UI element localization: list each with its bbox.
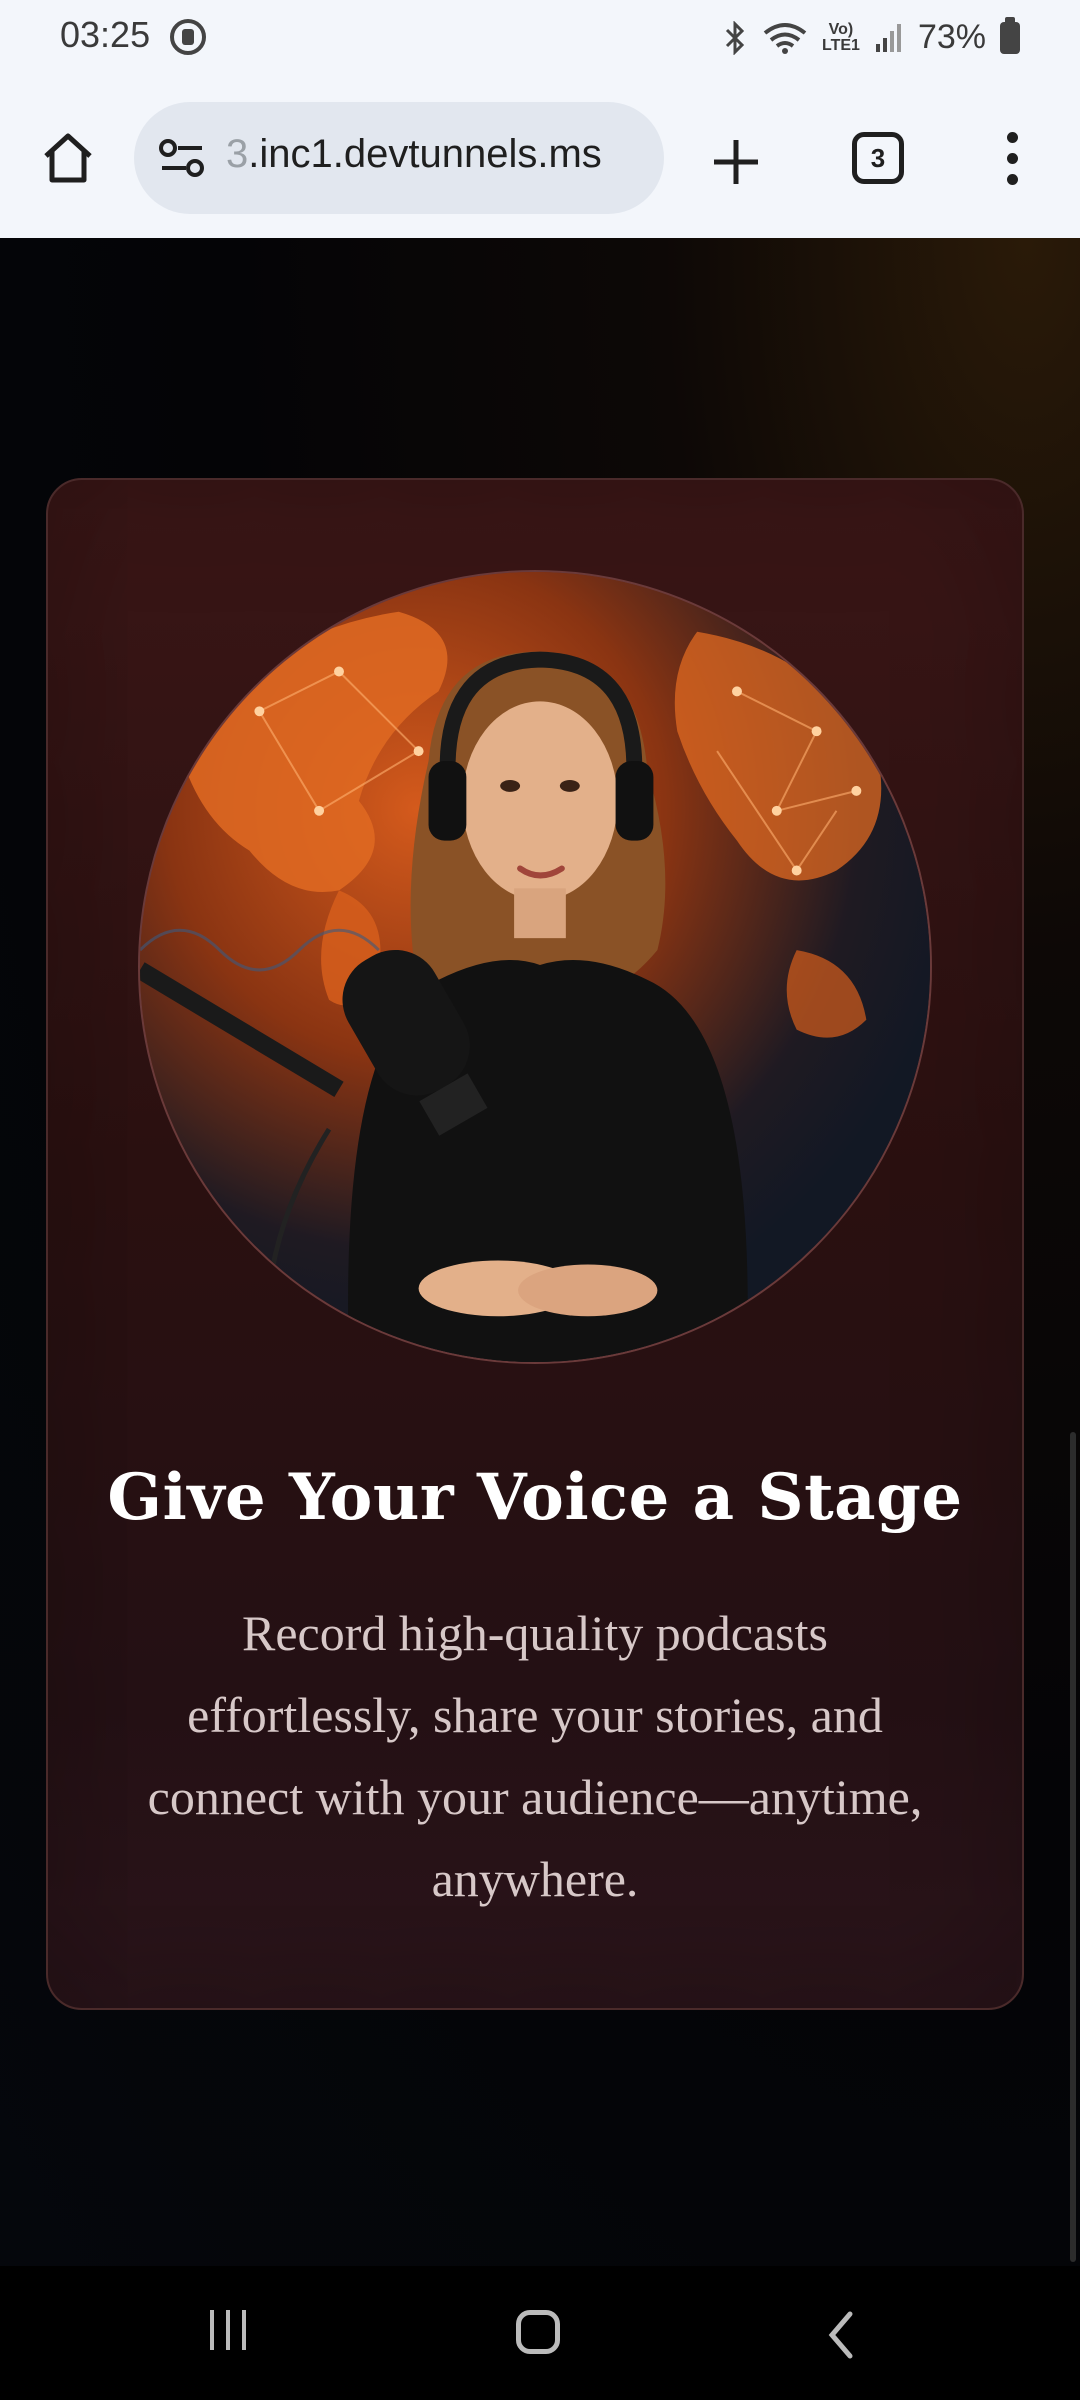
new-tab-icon[interactable] [706,132,766,192]
battery-percent: 73% [917,18,986,56]
url-faded-prefix: 3 [226,132,249,176]
wifi-icon [763,22,807,54]
signal-icon [875,23,901,52]
system-nav-bar [0,2266,1080,2400]
home-nav-icon[interactable] [516,2310,560,2354]
recording-icon [170,19,206,55]
status-icons: Vo) LTE1 73% [722,16,1020,57]
recents-icon[interactable] [210,2310,258,2356]
status-bar: 03:25 Vo) LTE1 73% [0,0,1080,80]
status-time: 03:25 [60,14,151,55]
address-bar[interactable]: 3.inc1.devtunnels.ms [134,102,664,214]
podcast-illustration [140,572,930,1362]
podcast-host-image [138,570,932,1364]
hero-description: Record high-quality podcasts effortlessl… [147,1605,923,1907]
url-domain: .inc1.devtunnels.ms [248,132,602,176]
back-icon[interactable] [826,2310,856,2360]
site-settings-icon[interactable] [158,136,206,180]
hero-title: Give Your Voice a Stage [107,1460,963,1535]
scrollbar[interactable] [1070,1432,1076,2262]
bluetooth-icon [725,20,745,55]
battery-icon [1000,16,1020,54]
tabs-icon[interactable]: 3 [852,132,904,184]
browser-toolbar: 3.inc1.devtunnels.ms 3 [0,80,1080,238]
url-text[interactable]: 3.inc1.devtunnels.ms [226,132,602,177]
volte-icon: Vo) LTE1 [822,20,860,54]
more-menu-icon[interactable] [992,128,1032,192]
home-icon[interactable] [36,126,100,190]
